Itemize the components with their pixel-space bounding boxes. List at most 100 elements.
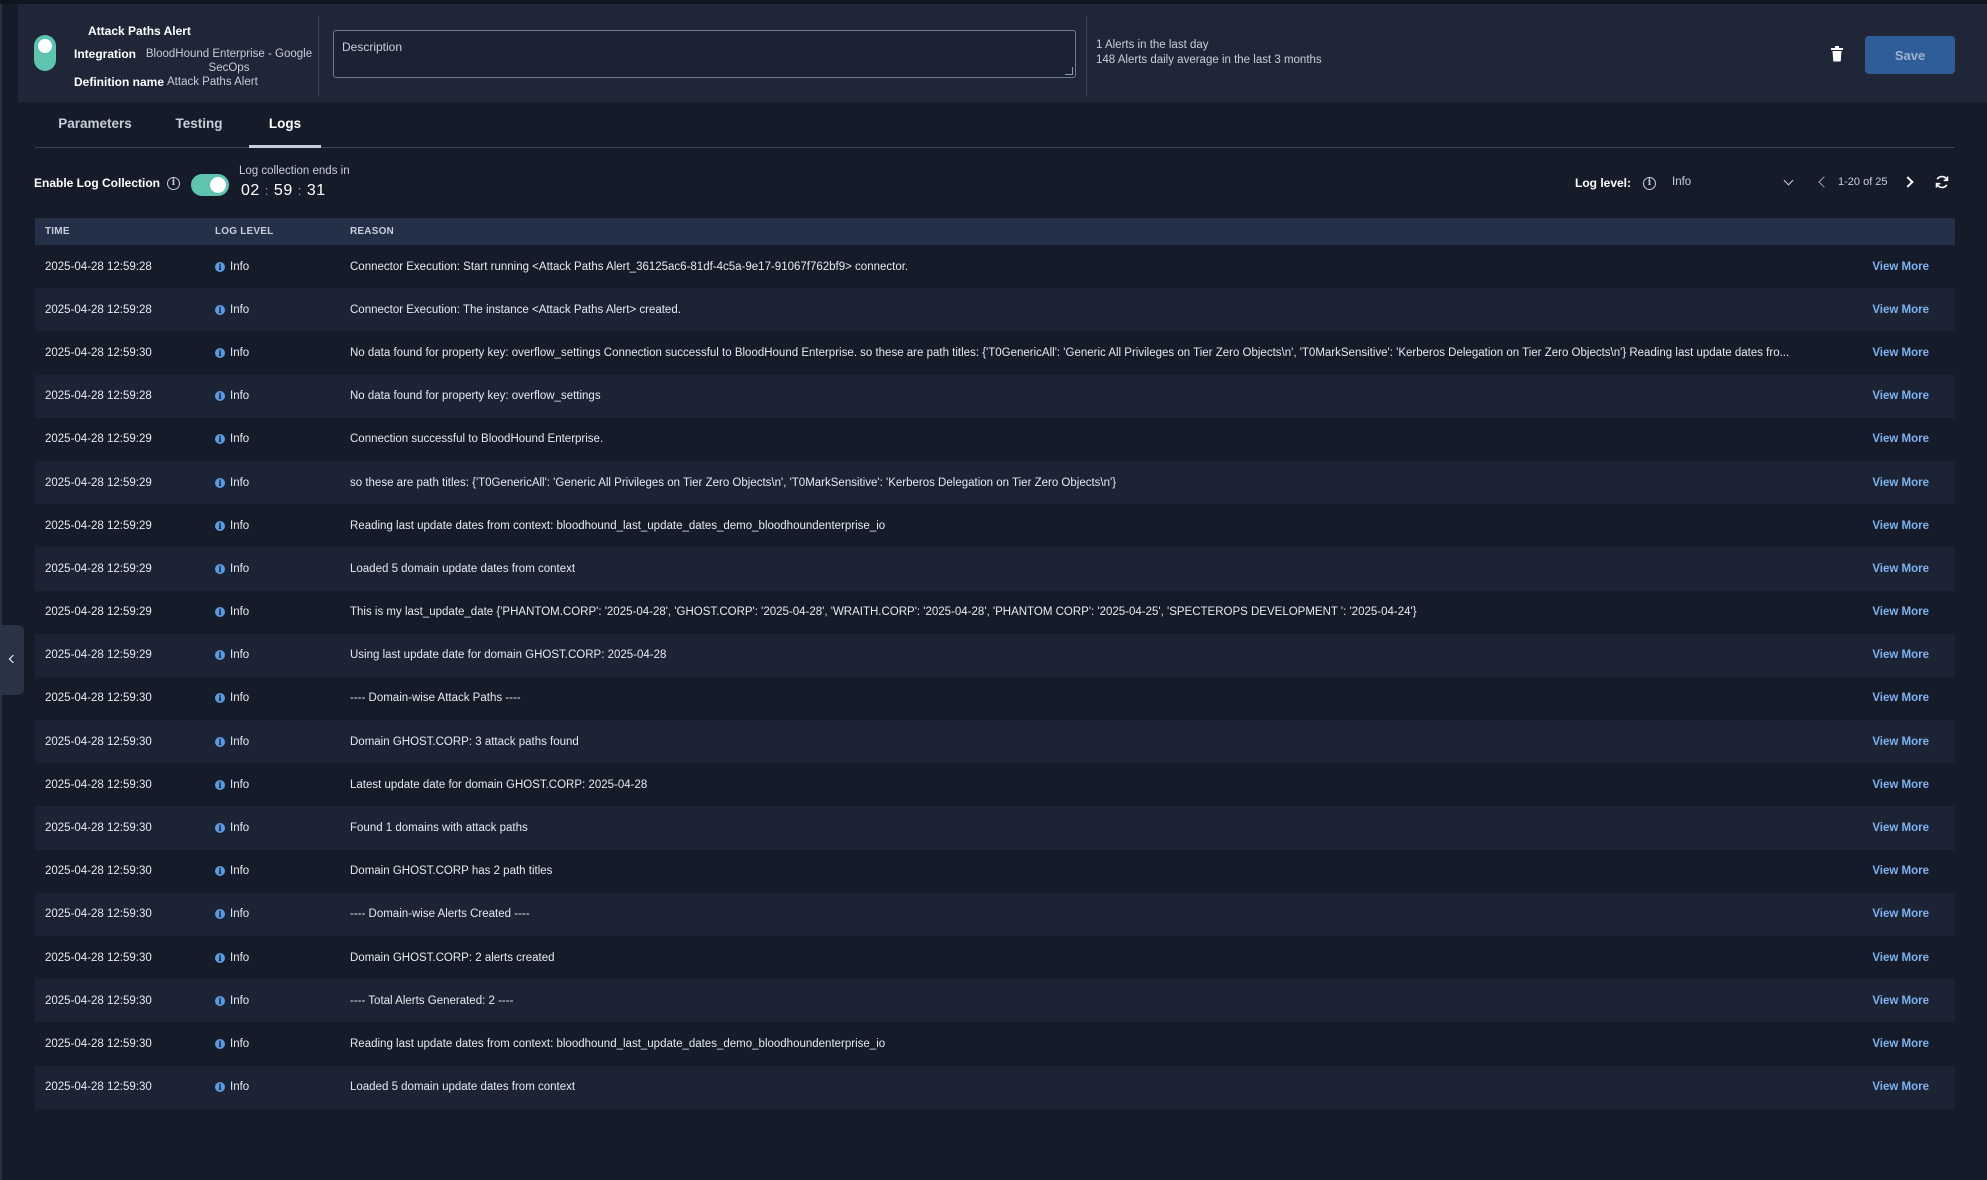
- log-level-text: Info: [230, 735, 250, 748]
- view-more-link[interactable]: View More: [1860, 952, 1955, 964]
- cell-reason: Latest update date for domain GHOST.CORP…: [350, 778, 648, 791]
- view-more-link[interactable]: View More: [1860, 1038, 1955, 1050]
- info-icon[interactable]: i: [167, 177, 180, 190]
- cell-reason: so these are path titles: {'T0GenericAll…: [350, 476, 1117, 489]
- view-more-link[interactable]: View More: [1860, 261, 1955, 273]
- cell-log-level: i Info: [215, 1038, 350, 1050]
- tab-bar: Parameters Testing Logs: [35, 102, 1955, 148]
- column-header-time[interactable]: TIME: [35, 226, 215, 237]
- sidebar-collapse-button[interactable]: [0, 625, 24, 695]
- save-button[interactable]: Save: [1865, 36, 1955, 74]
- view-more-link[interactable]: View More: [1860, 736, 1955, 748]
- view-more-link[interactable]: View More: [1860, 390, 1955, 402]
- trash-icon[interactable]: [1830, 46, 1844, 62]
- cell-log-level: i Info: [215, 952, 350, 964]
- info-icon: i: [215, 261, 225, 272]
- info-icon: i: [215, 866, 225, 877]
- cell-reason: Using last update date for domain GHOST.…: [350, 649, 667, 662]
- log-level-text: Info: [230, 692, 250, 705]
- view-more-link[interactable]: View More: [1860, 433, 1955, 445]
- refresh-icon[interactable]: [1934, 174, 1950, 190]
- alert-title: Attack Paths Alert: [88, 24, 191, 38]
- cell-reason: Connector Execution: Start running <Atta…: [350, 260, 909, 273]
- definition-row: Definition name Attack Paths Alert: [74, 75, 334, 89]
- cell-reason: Domain GHOST.CORP: 3 attack paths found: [350, 735, 579, 748]
- cell-log-level: i Info: [215, 779, 350, 791]
- cell-time: 2025-04-28 12:59:29: [45, 606, 152, 619]
- view-more-link[interactable]: View More: [1860, 520, 1955, 532]
- table-row: 2025-04-28 12:59:30 i Info Domain GHOST.COR…: [35, 720, 1955, 764]
- tab-logs[interactable]: Logs: [249, 102, 321, 148]
- status-indicator-icon: [34, 35, 56, 71]
- cell-log-level: i Info: [215, 606, 350, 618]
- timer-hours: 02: [241, 182, 260, 199]
- cell-time: 2025-04-28 12:59:30: [45, 735, 152, 748]
- log-level-select[interactable]: Info: [1672, 176, 1832, 188]
- cell-log-level: i Info: [215, 995, 350, 1007]
- table-body: 2025-04-28 12:59:28 i Info Connector Execut…: [35, 245, 1955, 1109]
- info-icon: i: [215, 434, 225, 445]
- header-divider: [318, 16, 319, 96]
- info-icon: i: [215, 304, 225, 315]
- info-icon: i: [215, 995, 225, 1006]
- log-level-text: Info: [230, 1081, 250, 1094]
- cell-reason: ---- Domain-wise Alerts Created ----: [350, 908, 530, 921]
- resize-grip-icon[interactable]: [1065, 67, 1073, 75]
- log-level-text: Info: [230, 346, 250, 359]
- view-more-link[interactable]: View More: [1860, 304, 1955, 316]
- table-row: 2025-04-28 12:59:30 i Info Domain GHOST.COR…: [35, 936, 1955, 980]
- table-row: 2025-04-28 12:59:29 i Info Connection succe…: [35, 417, 1955, 461]
- log-level-text: Info: [230, 951, 250, 964]
- log-collection-toggle[interactable]: [191, 174, 229, 196]
- integration-label: Integration: [74, 47, 136, 61]
- cell-time: 2025-04-28 12:59:30: [45, 908, 152, 921]
- view-more-link[interactable]: View More: [1860, 563, 1955, 575]
- view-more-link[interactable]: View More: [1860, 779, 1955, 791]
- log-controls: Enable Log Collection i Log collection e…: [34, 160, 1954, 206]
- alerts-last-day: 1 Alerts in the last day: [1096, 39, 1209, 51]
- chevron-right-icon[interactable]: [1902, 176, 1914, 188]
- info-icon: i: [215, 909, 225, 920]
- definition-value: Attack Paths Alert: [167, 76, 258, 88]
- log-level-value: Info: [1672, 176, 1692, 188]
- info-icon: i: [215, 952, 225, 963]
- info-icon: i: [215, 347, 225, 358]
- cell-reason: ---- Total Alerts Generated: 2 ----: [350, 994, 514, 1007]
- view-more-link[interactable]: View More: [1860, 865, 1955, 877]
- view-more-link[interactable]: View More: [1860, 822, 1955, 834]
- cell-reason: Found 1 domains with attack paths: [350, 822, 528, 835]
- tab-parameters[interactable]: Parameters: [57, 102, 133, 148]
- info-icon: i: [215, 563, 225, 574]
- info-icon: i: [215, 520, 225, 531]
- view-more-link[interactable]: View More: [1860, 995, 1955, 1007]
- tab-testing[interactable]: Testing: [170, 102, 228, 148]
- view-more-link[interactable]: View More: [1860, 692, 1955, 704]
- log-level-text: Info: [230, 908, 250, 921]
- cell-reason: This is my last_update_date {'PHANTOM.CO…: [350, 606, 1417, 619]
- description-field[interactable]: Description: [333, 30, 1076, 78]
- log-level-text: Info: [230, 865, 250, 878]
- column-header-log-level[interactable]: LOG LEVEL: [215, 226, 350, 237]
- chevron-left-icon: [8, 654, 18, 664]
- cell-time: 2025-04-28 12:59:30: [45, 778, 152, 791]
- column-header-reason[interactable]: REASON: [350, 226, 1955, 237]
- info-icon: i: [215, 1082, 225, 1093]
- view-more-link[interactable]: View More: [1860, 649, 1955, 661]
- cell-log-level: i Info: [215, 390, 350, 402]
- view-more-link[interactable]: View More: [1860, 347, 1955, 359]
- cell-log-level: i Info: [215, 908, 350, 920]
- view-more-link[interactable]: View More: [1860, 1081, 1955, 1093]
- view-more-link[interactable]: View More: [1860, 477, 1955, 489]
- view-more-link[interactable]: View More: [1860, 908, 1955, 920]
- view-more-link[interactable]: View More: [1860, 606, 1955, 618]
- log-level-label: Log level:: [1575, 176, 1632, 190]
- info-icon: i: [215, 391, 225, 402]
- cell-time: 2025-04-28 12:59:30: [45, 1081, 152, 1094]
- enable-log-collection-label: Enable Log Collection: [34, 176, 161, 190]
- info-icon: i: [215, 823, 225, 834]
- table-row: 2025-04-28 12:59:30 i Info No data found fo…: [35, 331, 1955, 375]
- cell-reason: No data found for property key: overflow…: [350, 390, 601, 403]
- cell-reason: Domain GHOST.CORP: 2 alerts created: [350, 951, 555, 964]
- info-icon[interactable]: i: [1643, 177, 1656, 190]
- cell-time: 2025-04-28 12:59:29: [45, 562, 152, 575]
